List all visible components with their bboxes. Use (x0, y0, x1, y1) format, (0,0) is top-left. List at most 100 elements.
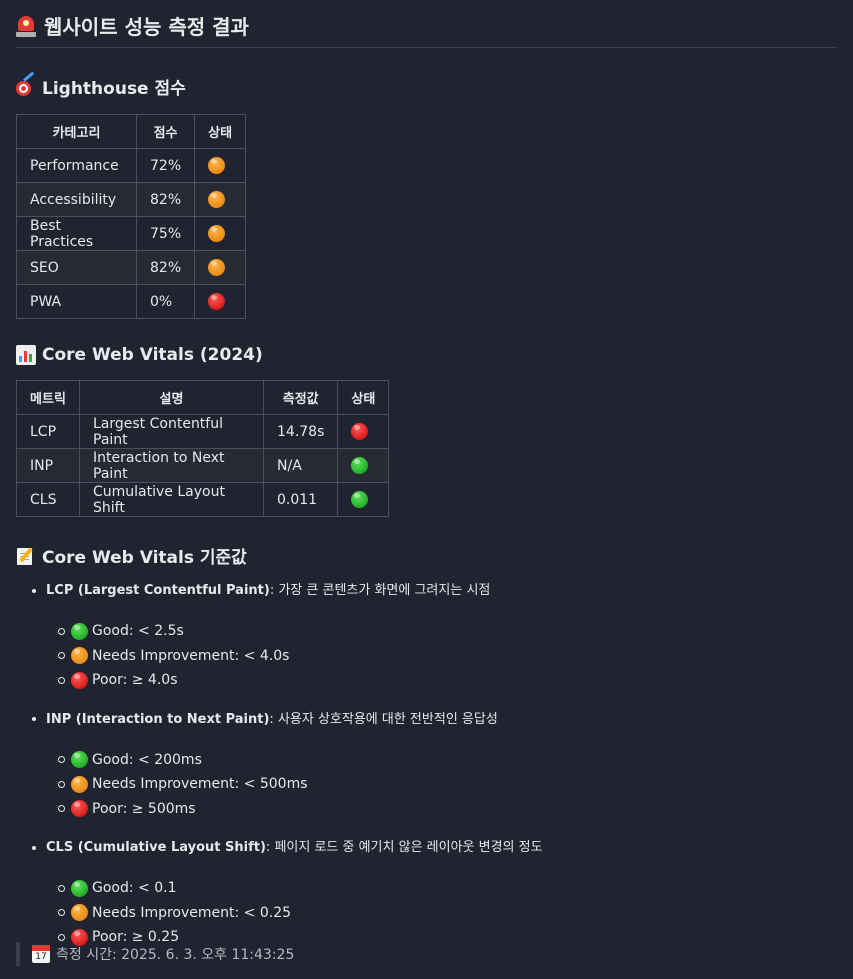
description-cell: Cumulative Layout Shift (79, 482, 264, 517)
bullet-icon (32, 588, 36, 593)
threshold-text: Needs Improvement: < 0.25 (92, 904, 292, 921)
status-cell (194, 250, 247, 285)
report-page: 웹사이트 성능 측정 결과 Lighthouse 점수 카테고리 점수 상태 P… (0, 0, 853, 950)
timestamp-text: 측정 시간: 2025. 6. 3. 오후 11:43:25 (56, 947, 295, 963)
column-header: 상태 (337, 380, 390, 415)
thresholds-list: LCP (Largest Contentful Paint): 가장 큰 콘텐츠… (16, 582, 837, 950)
orange-circle-icon (208, 157, 226, 174)
red-circle-icon (351, 423, 369, 440)
threshold-level: Poor: ≥ 500ms (58, 797, 837, 822)
green-circle-icon (351, 457, 369, 474)
cwv-table: 메트릭 설명 측정값 상태 LCP Largest Contentful Pain… (16, 380, 390, 517)
ring-bullet-icon (58, 909, 65, 917)
table-row: SEO 82% (16, 250, 247, 285)
metric-line: CLS (Cumulative Layout Shift): 페이지 로드 중 … (28, 839, 837, 856)
ring-bullet-icon (58, 676, 65, 684)
target-icon (16, 71, 36, 97)
status-cell (194, 182, 247, 217)
calendar-icon: 17 (32, 945, 50, 963)
calendar-day: 17 (35, 952, 47, 962)
metric-line: LCP (Largest Contentful Paint): 가장 큰 콘텐츠… (28, 582, 837, 599)
orange-circle-icon (71, 775, 88, 793)
bar-chart-icon (16, 345, 36, 365)
orange-circle-icon (71, 647, 88, 665)
colon: : (265, 840, 275, 855)
ring-bullet-icon (58, 756, 65, 764)
table-row: LCP Largest Contentful Paint 14.78s (16, 414, 390, 449)
table-header-row: 메트릭 설명 측정값 상태 (16, 380, 390, 415)
threshold-text: Needs Improvement: < 4.0s (92, 647, 290, 664)
threshold-level: Needs Improvement: < 4.0s (58, 644, 837, 669)
metric-description: 페이지 로드 중 예기치 않은 레이아웃 변경의 정도 (274, 840, 543, 855)
bullet-icon (32, 717, 36, 721)
lighthouse-heading-text: Lighthouse 점수 (42, 79, 186, 99)
threshold-text: Good: < 0.1 (92, 880, 177, 897)
metric-description: 사용자 상호작용에 대한 전반적인 응답성 (277, 711, 498, 727)
timestamp-quote: 17 측정 시간: 2025. 6. 3. 오후 11:43:25 (16, 942, 294, 966)
status-cell (194, 284, 247, 319)
threshold-level: Good: < 200ms (58, 748, 837, 773)
table-row: CLS Cumulative Layout Shift 0.011 (16, 482, 390, 517)
status-cell (337, 448, 390, 483)
status-cell (194, 148, 247, 183)
green-circle-icon (351, 491, 369, 508)
column-header: 메트릭 (16, 380, 80, 415)
category-cell: SEO (16, 250, 137, 285)
threshold-text: Good: < 2.5s (92, 623, 184, 640)
value-cell: 0.011 (262, 482, 339, 517)
table-row: Accessibility 82% (16, 182, 247, 217)
page-title: 웹사이트 성능 측정 결과 (16, 12, 837, 48)
threshold-level: Poor: ≥ 4.0s (58, 668, 837, 693)
threshold-text: Needs Improvement: < 500ms (92, 776, 308, 793)
description-cell: Interaction to Next Paint (79, 448, 264, 483)
score-cell: 82% (135, 182, 196, 217)
bullet-icon (32, 845, 36, 850)
threshold-level: Good: < 0.1 (58, 876, 837, 901)
column-header: 상태 (194, 114, 247, 149)
thresholds-heading: Core Web Vitals 기준값 (16, 543, 837, 568)
column-header: 카테고리 (16, 114, 137, 149)
list-item: CLS (Cumulative Layout Shift): 페이지 로드 중 … (28, 839, 837, 950)
threshold-levels: Good: < 2.5s Needs Improvement: < 4.0s Poo… (28, 619, 837, 693)
metric-name: LCP (Largest Contentful Paint) (46, 583, 270, 598)
siren-icon (16, 15, 36, 37)
cwv-heading: Core Web Vitals (2024) (16, 345, 837, 365)
metric-cell: LCP (16, 414, 80, 449)
table-row: INP Interaction to Next Paint N/A (16, 448, 390, 483)
ring-bullet-icon (58, 805, 65, 813)
colon: : (269, 583, 279, 598)
score-cell: 75% (135, 216, 196, 251)
threshold-level: Good: < 2.5s (58, 619, 837, 644)
threshold-levels: Good: < 0.1 Needs Improvement: < 0.25 Poor… (28, 876, 837, 950)
category-cell: PWA (16, 284, 137, 319)
metric-cell: INP (16, 448, 80, 483)
table-row: Performance 72% (16, 148, 247, 183)
red-circle-icon (71, 671, 88, 689)
table-row: Best Practices 75% (16, 216, 247, 251)
lighthouse-heading: Lighthouse 점수 (16, 71, 837, 99)
red-circle-icon (71, 800, 88, 818)
colon: : (269, 711, 278, 727)
ring-bullet-icon (58, 884, 65, 892)
category-cell: Best Practices (16, 216, 137, 251)
table-row: PWA 0% (16, 284, 247, 319)
table-header-row: 카테고리 점수 상태 (16, 114, 247, 149)
ring-bullet-icon (58, 933, 65, 941)
page-title-text: 웹사이트 성능 측정 결과 (44, 15, 249, 39)
memo-icon (16, 546, 36, 566)
category-cell: Performance (16, 148, 137, 183)
ring-bullet-icon (58, 652, 65, 660)
red-circle-icon (208, 293, 226, 310)
value-cell: N/A (262, 448, 339, 483)
metric-cell: CLS (16, 482, 80, 517)
column-header: 점수 (135, 114, 196, 149)
status-cell (194, 216, 247, 251)
status-cell (337, 414, 390, 449)
lighthouse-table: 카테고리 점수 상태 Performance 72% Accessibility 82… (16, 114, 247, 319)
orange-circle-icon (208, 259, 226, 276)
score-cell: 72% (135, 148, 196, 183)
threshold-text: Poor: ≥ 500ms (92, 800, 196, 817)
threshold-level: Needs Improvement: < 0.25 (58, 901, 837, 926)
orange-circle-icon (208, 225, 226, 242)
metric-name: CLS (Cumulative Layout Shift) (46, 840, 266, 855)
